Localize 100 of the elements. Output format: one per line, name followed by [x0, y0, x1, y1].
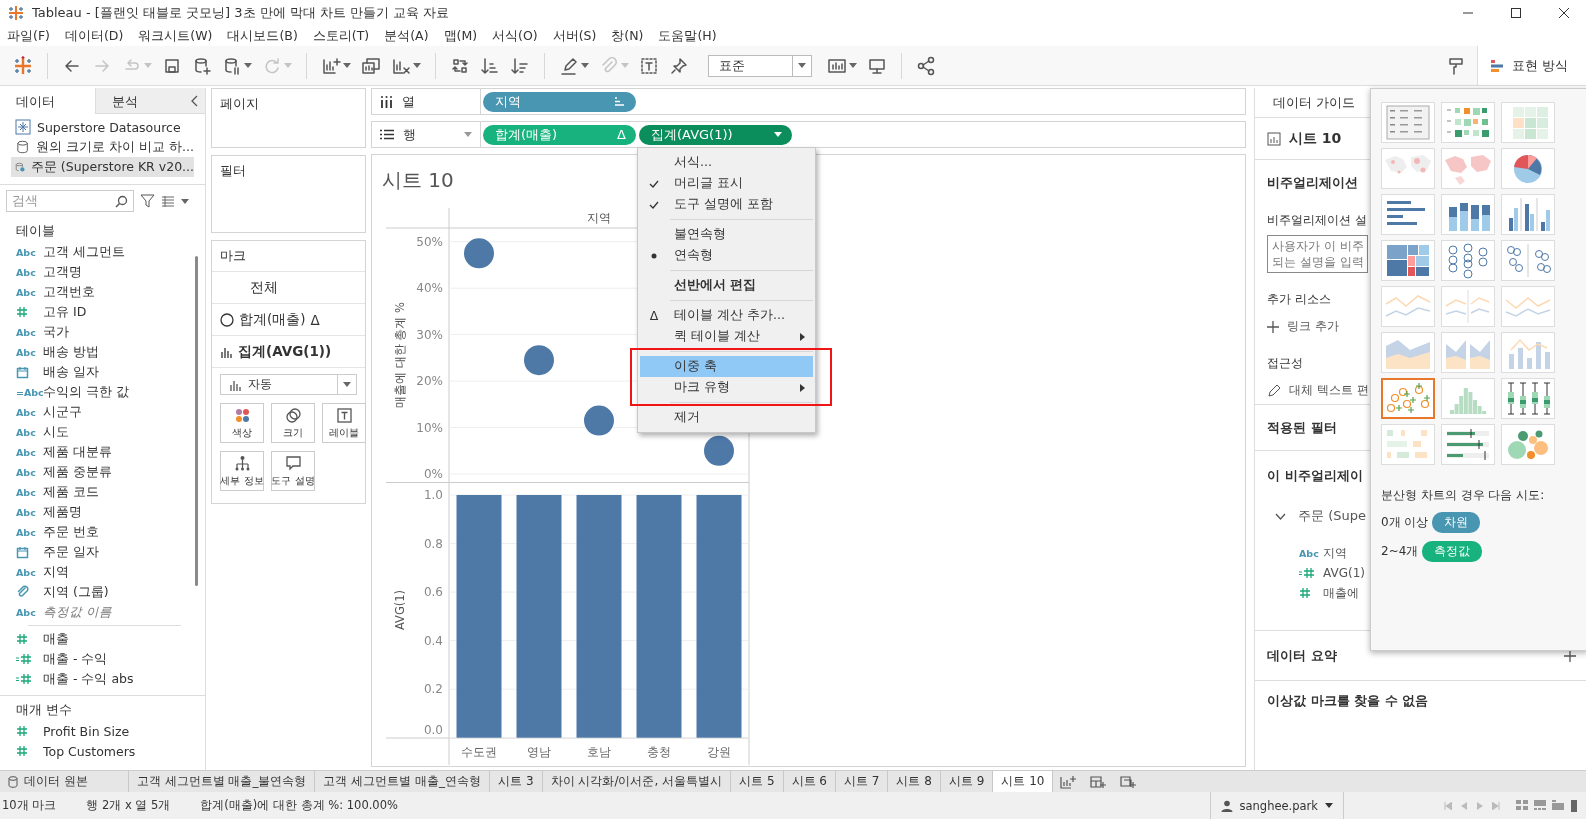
data-field[interactable]: 제품 코드	[43, 483, 99, 501]
data-type-label: Abc	[16, 406, 36, 418]
data-field[interactable]: 지역 (그룹)	[43, 583, 109, 601]
menu-item[interactable]: 분석(A)	[378, 27, 438, 45]
axis-tick-label: 0%	[423, 467, 443, 481]
data-field[interactable]: 제품명	[43, 503, 82, 521]
data-field[interactable]: 고유 ID	[43, 303, 87, 321]
menu-item[interactable]: 워크시트(W)	[132, 27, 222, 45]
view-size-dropdown[interactable]: 표준	[708, 54, 812, 77]
data-type-label: Abc	[16, 606, 36, 618]
menu-item[interactable]: 맵(M)	[437, 27, 487, 45]
menu-item[interactable]: Δ 테이블 계산 추가...	[640, 305, 813, 326]
menu-item[interactable]: 선반에서 편집	[640, 275, 813, 296]
data-field[interactable]: Profit Bin Size	[43, 723, 130, 739]
requirement-count: 0개 이상	[1381, 514, 1429, 531]
card-title: 마크	[220, 248, 246, 263]
data-field[interactable]: 배송 일자	[43, 363, 99, 381]
data-field[interactable]: 제품 중분류	[43, 463, 112, 481]
mark-type-dropdown[interactable]: 자동	[220, 374, 357, 395]
axis-tick-label: 0.6	[423, 585, 443, 600]
add-link[interactable]: 링크 추가	[1287, 318, 1339, 335]
data-field[interactable]: 고객 세그먼트	[43, 243, 125, 261]
menu-item[interactable]: 퀵 테이블 계산	[640, 326, 813, 347]
axis-tick-label: 1.0	[423, 488, 443, 502]
field-type-badge: 측정값	[1422, 541, 1483, 562]
menu-item[interactable]: 서식(O)	[486, 27, 547, 45]
user-name[interactable]: sanghee.park	[1239, 798, 1318, 813]
section-heading: 접근성	[1267, 356, 1303, 370]
show-me-tab[interactable]: 표현 방식	[1476, 46, 1586, 85]
size-button[interactable]: 크기	[271, 403, 315, 443]
menu-item[interactable]: 서버(S)	[546, 27, 606, 45]
data-source-item[interactable]: 원의 크기로 차이 비교 하...	[11, 137, 194, 157]
section-header: 매개 변수	[15, 701, 74, 719]
description-field[interactable]: 사용자가 이 비주 되는 설명을 입력	[1267, 235, 1368, 273]
marks-layer-tab[interactable]: 합계(매출) Δ	[212, 304, 328, 335]
data-source-item[interactable]: Superstore Datasource	[11, 117, 194, 137]
menu-item[interactable]: 불연속형	[640, 224, 813, 245]
data-field[interactable]: 제품 대분류	[43, 443, 112, 461]
label-button[interactable]: 레이블	[322, 403, 366, 443]
detail-button[interactable]: 세부 정보	[220, 451, 264, 491]
data-field[interactable]: 고객명	[43, 263, 82, 281]
field-type-badge: 차원	[1432, 512, 1481, 533]
menu-item[interactable]: 연속형	[640, 245, 813, 266]
menu-item[interactable]: 파일(F)	[1, 27, 59, 45]
requirement-count: 2~4개	[1381, 543, 1419, 560]
window-title: Tableau - [플랜잇 태블로 굿모닝] 3초 만에 막대 차트 만들기 교육 자료	[32, 4, 450, 22]
color-button[interactable]: 색상	[220, 403, 264, 443]
data-field[interactable]: 주문 번호	[43, 523, 99, 541]
panel-tab[interactable]: 데이터 가이드	[1273, 93, 1356, 112]
axis-title: AVG(1)	[393, 589, 407, 631]
data-type-label: =Abc	[16, 386, 44, 398]
field-pill[interactable]: 집계(AVG(1))	[639, 124, 792, 145]
axis-tick-label: 강원	[707, 745, 731, 759]
sheet-title: 시트 10	[382, 167, 454, 194]
data-field: AVG(1)	[1323, 566, 1365, 580]
data-field: 지역	[1323, 544, 1347, 562]
data-field[interactable]: 지역	[43, 563, 69, 581]
menu-item[interactable]: 이중 축	[640, 356, 813, 377]
data-field[interactable]: 매출	[43, 630, 69, 648]
data-field[interactable]: 국가	[43, 323, 69, 341]
data-field[interactable]: 시도	[43, 423, 69, 441]
data-field[interactable]: 매출 - 수익 abs	[43, 670, 134, 688]
menu-item[interactable]: 데이터(D)	[58, 27, 133, 45]
tooltip-button[interactable]: 도구 설명	[271, 451, 315, 491]
data-field[interactable]: 주문 일자	[43, 543, 99, 561]
marks-layer-tab[interactable]: 전체	[212, 272, 286, 303]
menu-item[interactable]: 대시보드(B)	[221, 27, 307, 45]
data-type-label: Abc	[16, 346, 36, 358]
data-field[interactable]: 시군구	[43, 403, 82, 421]
data-field[interactable]: 고객번호	[43, 283, 95, 301]
menu-item[interactable]: 도움말(H)	[652, 27, 726, 45]
menu-item[interactable]: 제거	[640, 407, 813, 428]
data-type-label: Abc	[16, 506, 36, 518]
pane-tab[interactable]: 분석	[95, 88, 191, 113]
data-field[interactable]: Top Customers	[43, 743, 136, 759]
data-field[interactable]: 배송 방법	[43, 343, 99, 361]
data-type-label: Abc	[16, 286, 36, 298]
pane-tab[interactable]: 데이터	[0, 88, 96, 114]
menu-item[interactable]: 서식...	[640, 152, 813, 173]
menu-item[interactable]: 머리글 표시	[640, 173, 813, 194]
data-field[interactable]: 매출 - 수익	[43, 650, 108, 668]
section-heading: 추가 리소스	[1267, 292, 1331, 306]
data-field[interactable]: 수익의 극한 값	[43, 383, 129, 401]
axis-tick-label: 0.0	[423, 723, 443, 737]
data-field[interactable]: 측정값 이름	[43, 603, 112, 621]
edit-alt-text-link[interactable]: 대체 텍스트 편	[1289, 382, 1369, 399]
sheet-tab[interactable]: 시트 10	[993, 771, 1054, 792]
status-text: 합계(매출)에 대한 총계 %: 100.00%	[200, 798, 398, 813]
menu-item[interactable]: 창(N)	[605, 27, 653, 45]
data-source-item[interactable]: 주문 (Superstore KR v20...	[11, 157, 194, 177]
menu-item[interactable]: 스토리(T)	[306, 27, 379, 45]
delta-icon: Δ	[310, 311, 320, 328]
section-heading: 이상값 마크를 찾을 수 없음	[1267, 692, 1429, 710]
data-type-label: Abc	[16, 446, 36, 458]
marks-layer-tab[interactable]: 집계(AVG(1))	[212, 336, 340, 367]
axis-tick-label: 호남	[587, 745, 611, 759]
menu-item[interactable]: 도구 설명에 포함	[640, 194, 813, 215]
axis-tick-label: 10%	[416, 420, 443, 435]
menu-item[interactable]: 마크 유형	[640, 377, 813, 398]
data-type-label: Abc	[1299, 547, 1319, 559]
